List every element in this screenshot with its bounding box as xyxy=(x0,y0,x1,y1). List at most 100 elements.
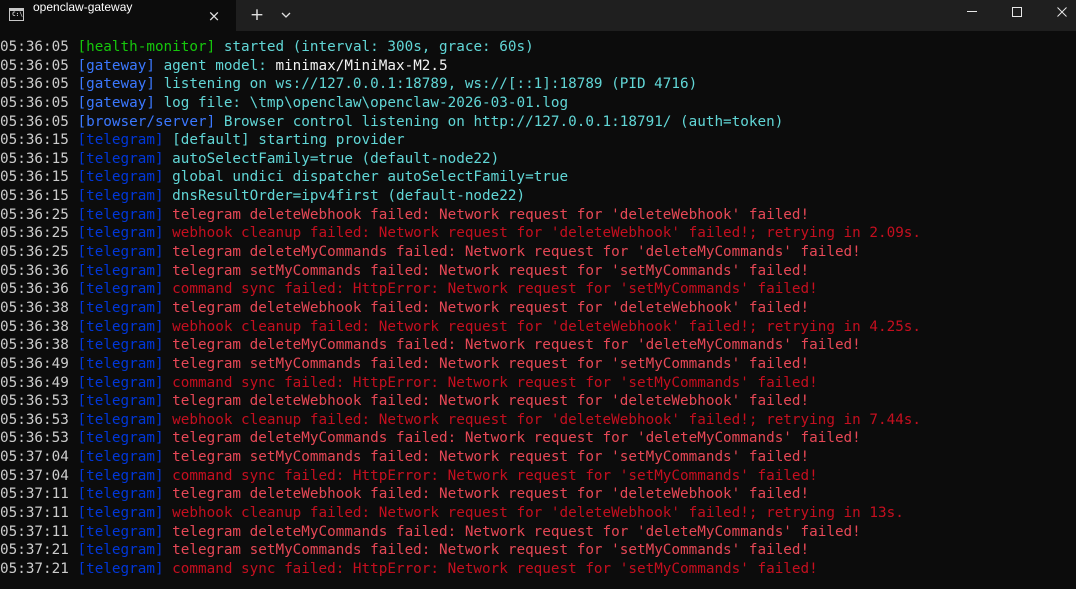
log-timestamp: 05:36:49 xyxy=(0,374,69,391)
terminal-output[interactable]: 05:36:05 [health-monitor] started (inter… xyxy=(0,38,1076,589)
minimize-button[interactable] xyxy=(949,0,995,24)
log-timestamp: 05:36:15 xyxy=(0,188,69,205)
log-source-tag: [telegram] xyxy=(77,467,164,484)
log-timestamp: 05:36:38 xyxy=(0,299,69,316)
log-timestamp: 05:36:05 xyxy=(0,57,69,74)
log-message: telegram setMyCommands failed: Network r… xyxy=(172,542,810,559)
log-message: webhook cleanup failed: Network request … xyxy=(172,505,904,522)
log-source-tag: [telegram] xyxy=(77,449,164,466)
title-bar: C:\ openclaw-gateway × + xyxy=(0,0,1076,31)
console-icon: C:\ xyxy=(9,8,24,21)
console-icon-label: C:\ xyxy=(12,11,23,18)
log-source-tag: [telegram] xyxy=(77,318,164,335)
log-timestamp: 05:36:36 xyxy=(0,281,69,298)
log-message: Browser control listening on http://127.… xyxy=(223,113,784,130)
log-source-tag: [health-monitor] xyxy=(77,39,216,55)
log-timestamp: 05:36:05 xyxy=(0,94,69,111)
log-source-tag: [telegram] xyxy=(77,188,164,205)
log-line: 05:36:15 [telegram] [default] starting p… xyxy=(0,131,1076,150)
log-source-tag: [telegram] xyxy=(77,523,164,540)
log-line: 05:36:36 [telegram] telegram setMyComman… xyxy=(0,262,1076,281)
minimize-icon xyxy=(967,11,977,12)
log-message: webhook cleanup failed: Network request … xyxy=(172,411,922,428)
log-timestamp: 05:36:38 xyxy=(0,337,69,354)
log-source-tag: [telegram] xyxy=(77,225,164,242)
log-timestamp: 05:36:53 xyxy=(0,430,69,447)
log-message: telegram deleteMyCommands failed: Networ… xyxy=(172,523,861,540)
log-timestamp: 05:36:15 xyxy=(0,150,69,167)
log-line: 05:36:53 [telegram] telegram deleteMyCom… xyxy=(0,429,1076,448)
log-message: webhook cleanup failed: Network request … xyxy=(172,225,922,242)
log-line: 05:37:04 [telegram] command sync failed:… xyxy=(0,467,1076,486)
chevron-down-icon[interactable] xyxy=(277,5,295,25)
log-line: 05:37:11 [telegram] telegram deleteWebho… xyxy=(0,485,1076,504)
log-message: telegram deleteWebhook failed: Network r… xyxy=(172,206,810,223)
log-timestamp: 05:36:25 xyxy=(0,244,69,261)
log-source-tag: [telegram] xyxy=(77,262,164,279)
tab-title: openclaw-gateway xyxy=(33,0,133,14)
log-line: 05:37:11 [telegram] webhook cleanup fail… xyxy=(0,504,1076,523)
log-line: 05:36:15 [telegram] dnsResultOrder=ipv4f… xyxy=(0,187,1076,206)
log-source-tag: [browser/server] xyxy=(77,113,216,130)
log-message: telegram deleteWebhook failed: Network r… xyxy=(172,486,810,503)
log-line: 05:36:05 [browser/server] Browser contro… xyxy=(0,113,1076,132)
maximize-icon xyxy=(1012,7,1022,17)
log-line: 05:37:04 [telegram] telegram setMyComman… xyxy=(0,448,1076,467)
close-tab-icon[interactable]: × xyxy=(205,7,223,25)
log-message: autoSelectFamily=true (default-node22) xyxy=(172,150,500,167)
log-source-tag: [telegram] xyxy=(77,206,164,223)
log-timestamp: 05:37:04 xyxy=(0,449,69,466)
log-timestamp: 05:37:04 xyxy=(0,467,69,484)
log-message: started (interval: 300s, grace: 60s) xyxy=(223,39,534,55)
log-line: 05:36:15 [telegram] autoSelectFamily=tru… xyxy=(0,150,1076,169)
log-timestamp: 05:36:05 xyxy=(0,39,69,55)
log-line: 05:36:49 [telegram] command sync failed:… xyxy=(0,374,1076,393)
log-line: 05:36:25 [telegram] telegram deleteMyCom… xyxy=(0,243,1076,262)
log-line: 05:36:38 [telegram] webhook cleanup fail… xyxy=(0,318,1076,337)
log-line: 05:36:15 [telegram] global undici dispat… xyxy=(0,168,1076,187)
maximize-button[interactable] xyxy=(994,0,1040,24)
new-tab-button[interactable]: + xyxy=(247,5,267,25)
log-message: telegram deleteWebhook failed: Network r… xyxy=(172,299,810,316)
log-message: telegram setMyCommands failed: Network r… xyxy=(172,262,810,279)
log-line: 05:36:25 [telegram] telegram deleteWebho… xyxy=(0,206,1076,225)
log-timestamp: 05:37:11 xyxy=(0,486,69,503)
log-line: 05:36:38 [telegram] telegram deleteMyCom… xyxy=(0,336,1076,355)
log-message: command sync failed: HttpError: Network … xyxy=(172,560,818,577)
log-message: [default] starting provider xyxy=(172,132,405,149)
log-message: telegram deleteMyCommands failed: Networ… xyxy=(172,244,861,261)
log-line: 05:37:11 [telegram] telegram deleteMyCom… xyxy=(0,523,1076,542)
log-message: dnsResultOrder=ipv4first (default-node22… xyxy=(172,188,526,205)
log-source-tag: [telegram] xyxy=(77,281,164,298)
log-line: 05:36:53 [telegram] telegram deleteWebho… xyxy=(0,392,1076,411)
log-source-tag: [telegram] xyxy=(77,150,164,167)
log-message: command sync failed: HttpError: Network … xyxy=(172,374,818,391)
log-source-tag: [telegram] xyxy=(77,560,164,577)
close-window-button[interactable] xyxy=(1039,0,1076,24)
log-line: 05:36:05 [gateway] listening on ws://127… xyxy=(0,75,1076,94)
log-line: 05:36:49 [telegram] telegram setMyComman… xyxy=(0,355,1076,374)
log-timestamp: 05:36:25 xyxy=(0,206,69,223)
log-source-tag: [gateway] xyxy=(77,57,155,74)
log-message: telegram deleteMyCommands failed: Networ… xyxy=(172,337,861,354)
tab-openclaw-gateway[interactable]: C:\ openclaw-gateway × xyxy=(0,0,236,31)
log-source-tag: [telegram] xyxy=(77,393,164,410)
log-source-tag: [telegram] xyxy=(77,244,164,261)
log-line: 05:37:21 [telegram] command sync failed:… xyxy=(0,560,1076,579)
terminal-window: C:\ openclaw-gateway × + 05:36:05 [healt… xyxy=(0,0,1076,589)
log-message: telegram deleteWebhook failed: Network r… xyxy=(172,393,810,410)
log-message: listening on ws://127.0.0.1:18789, ws://… xyxy=(163,76,698,93)
log-source-tag: [telegram] xyxy=(77,132,164,149)
log-message: telegram setMyCommands failed: Network r… xyxy=(172,449,810,466)
log-line: 05:36:38 [telegram] telegram deleteWebho… xyxy=(0,299,1076,318)
log-timestamp: 05:36:53 xyxy=(0,393,69,410)
log-message: command sync failed: HttpError: Network … xyxy=(172,467,818,484)
log-message: minimax/MiniMax-M2.5 xyxy=(275,57,448,74)
log-message: telegram setMyCommands failed: Network r… xyxy=(172,355,810,372)
log-message: log file: \tmp\openclaw\openclaw-2026-03… xyxy=(163,94,569,111)
log-message: webhook cleanup failed: Network request … xyxy=(172,318,922,335)
log-timestamp: 05:36:05 xyxy=(0,113,69,130)
close-icon xyxy=(1057,7,1067,17)
log-source-tag: [telegram] xyxy=(77,411,164,428)
log-source-tag: [telegram] xyxy=(77,542,164,559)
